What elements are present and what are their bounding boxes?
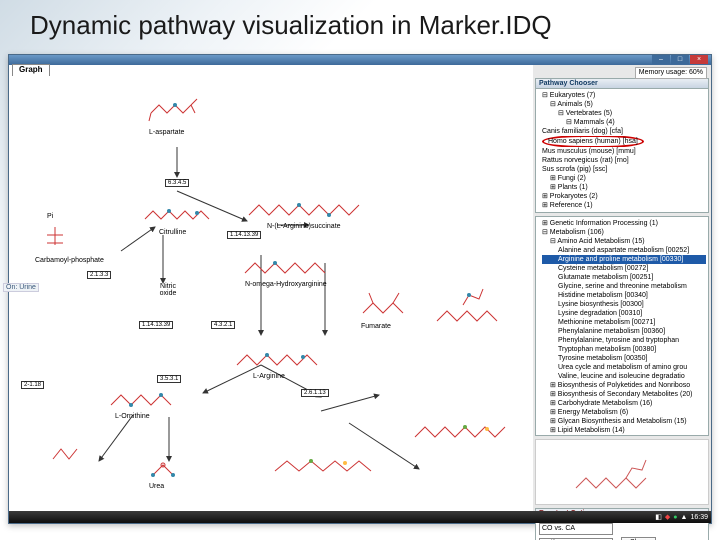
tree-item[interactable]: Mus musculus (mouse) [mmu] [542, 147, 706, 156]
tree-item[interactable]: ⊞ Reference (1) [542, 201, 706, 210]
app-window: – □ × Graph On: Urine [8, 54, 712, 524]
label-aspartate: L-aspartate [149, 129, 184, 136]
chooser-tree[interactable]: ⊟ Eukaryotes (7)⊟ Animals (5)⊟ Vertebrat… [536, 89, 708, 212]
slide-title: Dynamic pathway visualization in Marker.… [30, 10, 552, 41]
tree-item[interactable]: Tryptophan metabolism [00380] [542, 345, 706, 354]
label-ornithine: L-Ornithine [115, 413, 150, 420]
enzyme-1141339b[interactable]: 1.14.13.39 [139, 321, 173, 329]
tree-item[interactable]: Histidine metabolism [00340] [542, 291, 706, 300]
mol-aspartate[interactable] [145, 91, 209, 129]
close-button[interactable]: × [690, 55, 708, 64]
label-pi: Pi [47, 213, 53, 220]
mini-structure[interactable] [535, 439, 709, 505]
tree-item[interactable]: Methionine metabolism [00271] [542, 318, 706, 327]
enzyme-2133[interactable]: 2.1.3.3 [87, 271, 111, 279]
mol-small1[interactable] [45, 437, 89, 467]
enzyme-2118[interactable]: 2-1.18 [21, 381, 44, 389]
tree-item[interactable]: ⊟ Vertebrates (5) [542, 109, 706, 118]
tree-item[interactable]: Glutamate metabolism [00251] [542, 273, 706, 282]
mol-fumarate[interactable] [355, 285, 415, 323]
tree-item[interactable]: ⊟ Amino Acid Metabolism (15) [542, 237, 706, 246]
enzyme-4321[interactable]: 4.3.2.1 [211, 321, 235, 329]
window-titlebar[interactable]: – □ × [9, 55, 711, 65]
enzyme-26113[interactable]: 2.6.1.13 [301, 389, 329, 397]
mol-right1[interactable] [427, 275, 507, 335]
label-citrulline: Citrulline [159, 229, 186, 236]
clock[interactable]: 16:39 [690, 514, 708, 521]
tree-item[interactable]: ⊞ Biosynthesis of Secondary Metabolites … [542, 390, 706, 399]
mol-bottom[interactable] [267, 441, 387, 485]
enzyme-3531[interactable]: 3.5.3.1 [157, 375, 181, 383]
memory-indicator: Memory usage: 60% [635, 67, 707, 79]
label-urea: Urea [149, 483, 164, 490]
tree-item[interactable]: Rattus norvegicus (rat) [rno] [542, 156, 706, 165]
mol-pi[interactable] [37, 223, 75, 251]
tree-item[interactable]: ⊞ Fungi (2) [542, 174, 706, 183]
label-arginine: L-Arginine [253, 373, 285, 380]
tree-item[interactable]: ⊟ Mammals (4) [542, 118, 706, 127]
label-no: Nitric oxide [153, 283, 183, 297]
tree-item[interactable]: Homo sapiens (human) [hsa] [542, 136, 706, 147]
tray-icon[interactable]: ◧ [655, 513, 662, 521]
tree-item[interactable]: Alanine and aspartate metabolism [00252] [542, 246, 706, 255]
tray-icon[interactable]: ◆ [665, 513, 670, 521]
tree-item[interactable]: ⊟ Metabolism (106) [542, 228, 706, 237]
mol-ornithine[interactable] [105, 385, 189, 415]
enzyme-6345[interactable]: 6.3.4.5 [165, 179, 189, 187]
tree-item[interactable]: ⊞ Glycan Biosynthesis and Metabolism (15… [542, 417, 706, 426]
tree-item[interactable]: ⊞ Energy Metabolism (6) [542, 408, 706, 417]
tree-item[interactable]: ⊞ Genetic Information Processing (1) [542, 219, 706, 228]
reactant-dd1[interactable]: CO vs. CA [539, 523, 613, 535]
tree-item[interactable]: Cysteine metabolism [00272] [542, 264, 706, 273]
tree-item[interactable]: Sus scrofa (pig) [ssc] [542, 165, 706, 174]
tree-item[interactable]: Urea cycle and metabolism of amino grou [542, 363, 706, 372]
mol-citrulline[interactable] [139, 201, 223, 229]
metabolism-tree[interactable]: ⊞ Genetic Information Processing (1)⊟ Me… [536, 217, 708, 435]
tree-item[interactable]: ⊟ Animals (5) [542, 100, 706, 109]
mol-nhydarg[interactable] [239, 253, 343, 283]
tree-item[interactable]: ⊟ Eukaryotes (7) [542, 91, 706, 100]
metabolism-panel: ⊞ Genetic Information Processing (1)⊟ Me… [535, 216, 709, 436]
label-nhydarg: N-omega-Hydroxyarginine [245, 281, 327, 288]
label-arg-succ: N-(L-Arginino)succinate [267, 223, 341, 230]
tree-item[interactable]: ⊞ Plants (1) [542, 183, 706, 192]
label-carbamoyl: Carbamoyl-phosphate [35, 257, 104, 264]
tree-item[interactable]: Tyrosine metabolism [00350] [542, 354, 706, 363]
pathway-canvas[interactable]: Graph On: Urine [9, 65, 534, 523]
tray-icon[interactable]: ● [673, 514, 677, 521]
tray-icon[interactable]: ▲ [681, 514, 688, 521]
mol-urea[interactable] [141, 457, 185, 485]
tree-item[interactable]: Canis familiaris (dog) [cfa] [542, 127, 706, 136]
taskbar[interactable]: ◧ ◆ ● ▲ 16:39 [9, 511, 711, 523]
pathway-chooser-panel: Pathway Chooser ⊟ Eukaryotes (7)⊟ Animal… [535, 78, 709, 213]
tree-item[interactable]: Phenylalanine metabolism [00360] [542, 327, 706, 336]
mol-arg-succ[interactable] [245, 193, 369, 225]
tree-item[interactable]: Valine, leucine and isoleucine degradati… [542, 372, 706, 381]
tree-item[interactable]: Phenylalanine, tyrosine and tryptophan [542, 336, 706, 345]
tree-item[interactable]: Lysine biosynthesis [00300] [542, 300, 706, 309]
chooser-header[interactable]: Pathway Chooser [536, 79, 708, 89]
side-panel: Memory usage: 60% Pathway Chooser ⊟ Euka… [533, 65, 711, 523]
label-fumarate: Fumarate [361, 323, 391, 330]
mol-arginine[interactable] [231, 343, 331, 375]
tree-item[interactable]: ⊞ Prokaryotes (2) [542, 192, 706, 201]
tree-item[interactable]: ⊞ Carbohydrate Metabolism (16) [542, 399, 706, 408]
tree-item[interactable]: Glycine, serine and threonine metabolism [542, 282, 706, 291]
tree-item[interactable]: ⊞ Lipid Metabolism (14) [542, 426, 706, 435]
mol-right2[interactable] [407, 393, 517, 449]
maximize-button[interactable]: □ [671, 55, 689, 64]
tree-item[interactable]: ⊞ Biosynthesis of Polyketides and Nonrib… [542, 381, 706, 390]
enzyme-1141339a[interactable]: 1.14.13.39 [227, 231, 261, 239]
minimize-button[interactable]: – [652, 55, 670, 64]
tree-item[interactable]: Lysine degradation [00310] [542, 309, 706, 318]
tree-item[interactable]: Arginine and proline metabolism [00330] [542, 255, 706, 264]
system-tray[interactable]: ◧ ◆ ● ▲ 16:39 [655, 511, 708, 523]
